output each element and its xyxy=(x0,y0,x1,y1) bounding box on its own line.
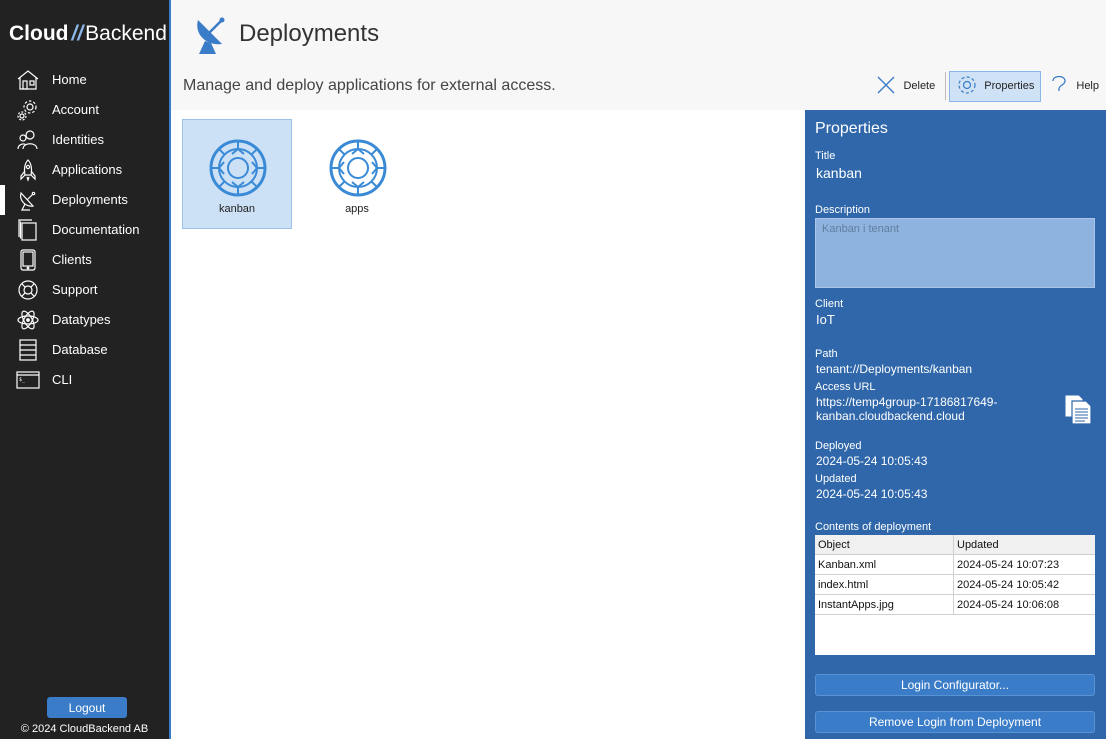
sidebar-item-label: Home xyxy=(52,72,87,87)
sidebar-item-label: Datatypes xyxy=(52,312,111,327)
deployed-label: Deployed xyxy=(815,440,862,452)
toolbar: Delete Properties Help xyxy=(868,70,1106,102)
svg-text:$_: $_ xyxy=(19,377,26,383)
help-button[interactable]: Help xyxy=(1041,71,1106,102)
table-row[interactable]: Kanban.xml 2024-05-24 10:07:23 xyxy=(815,555,1095,575)
properties-heading: Properties xyxy=(815,120,888,137)
path-label: Path xyxy=(815,348,838,360)
copy-icon[interactable] xyxy=(1063,393,1093,425)
atom-icon xyxy=(16,308,40,332)
access-url-line-2: kanban.cloudbackend.cloud xyxy=(816,409,965,423)
client-label: Client xyxy=(815,298,844,310)
sidebar-item-label: Deployments xyxy=(52,192,128,207)
updated-cell: 2024-05-24 10:07:23 xyxy=(957,559,1060,571)
logout-button[interactable]: Logout xyxy=(47,697,127,718)
updated-label: Updated xyxy=(815,473,857,485)
page-subtitle: Manage and deploy applications for exter… xyxy=(183,77,556,94)
sidebar-item-label: Database xyxy=(52,342,108,357)
home-icon xyxy=(16,68,40,92)
documents-icon xyxy=(16,218,40,242)
sidebar-item-applications[interactable]: Applications xyxy=(0,155,169,185)
column-header-object[interactable]: Object xyxy=(815,535,954,554)
sidebar-item-database[interactable]: Database xyxy=(0,335,169,365)
path-value: tenant://Deployments/kanban xyxy=(816,362,973,376)
access-url-label: Access URL xyxy=(815,381,876,393)
deployments-grid: kanban apps xyxy=(171,110,805,739)
properties-button[interactable]: Properties xyxy=(949,70,1042,102)
sidebar-item-documentation[interactable]: Documentation xyxy=(0,215,169,245)
tablet-icon xyxy=(16,248,40,272)
properties-panel: Properties Title kanban Description Kanb… xyxy=(805,110,1106,739)
client-value: IoT xyxy=(816,312,835,327)
updated-value: 2024-05-24 10:05:43 xyxy=(816,487,928,501)
sidebar-item-home[interactable]: Home xyxy=(0,65,169,95)
access-url-line-1: https://temp4group-17186817649- xyxy=(816,395,998,409)
database-icon xyxy=(16,338,40,362)
delete-button[interactable]: Delete xyxy=(868,71,942,102)
sidebar-item-label: Documentation xyxy=(52,222,140,237)
sidebar-item-clients[interactable]: Clients xyxy=(0,245,169,275)
toolbar-separator xyxy=(945,72,947,100)
sidebar-item-support[interactable]: Support xyxy=(0,275,169,305)
description-label: Description xyxy=(815,204,871,216)
sidebar: Cloud//Backend Home Account Identities A… xyxy=(0,0,169,739)
updated-cell: 2024-05-24 10:05:42 xyxy=(957,579,1060,591)
page-header: Deployments Manage and deploy applicatio… xyxy=(171,0,1106,110)
globe-icon xyxy=(208,138,268,198)
sidebar-item-account[interactable]: Account xyxy=(0,95,169,125)
object-cell: Kanban.xml xyxy=(815,555,954,574)
title-value: kanban xyxy=(816,165,862,181)
delete-label: Delete xyxy=(903,80,936,92)
close-icon xyxy=(875,74,903,99)
table-row[interactable]: index.html 2024-05-24 10:05:42 xyxy=(815,575,1095,595)
deployment-tile-kanban[interactable]: kanban xyxy=(182,119,292,229)
sidebar-item-label: Support xyxy=(52,282,98,297)
terminal-icon: $_ xyxy=(16,368,40,392)
satellite-dish-icon xyxy=(192,12,232,56)
gear-icon xyxy=(16,98,40,122)
deployment-name: kanban xyxy=(218,203,256,215)
globe-icon xyxy=(328,138,388,198)
sidebar-item-label: Identities xyxy=(52,132,105,147)
sidebar-item-identities[interactable]: Identities xyxy=(0,125,169,155)
users-icon xyxy=(16,128,40,152)
sidebar-item-deployments[interactable]: Deployments xyxy=(0,185,169,215)
title-label: Title xyxy=(815,150,836,162)
deployment-name: apps xyxy=(345,203,369,215)
lifebuoy-icon xyxy=(16,278,40,302)
help-label: Help xyxy=(1076,80,1099,92)
table-row[interactable]: InstantApps.jpg 2024-05-24 10:06:08 xyxy=(815,595,1095,615)
sidebar-item-label: Account xyxy=(52,102,99,117)
satellite-dish-icon xyxy=(16,188,40,212)
page-title: Deployments xyxy=(239,20,380,47)
updated-cell: 2024-05-24 10:06:08 xyxy=(957,599,1060,611)
deployed-value: 2024-05-24 10:05:43 xyxy=(816,454,928,468)
remove-login-button[interactable]: Remove Login from Deployment xyxy=(815,711,1095,733)
description-field[interactable]: Kanban i tenant xyxy=(815,218,1095,288)
sidebar-item-cli[interactable]: $_ CLI xyxy=(0,365,169,395)
sidebar-item-datatypes[interactable]: Datatypes xyxy=(0,305,169,335)
contents-table: Object Updated Kanban.xml 2024-05-24 10:… xyxy=(815,535,1095,655)
rocket-icon xyxy=(16,158,40,182)
deployment-tile-apps[interactable]: apps xyxy=(302,119,412,229)
contents-label: Contents of deployment xyxy=(815,521,932,533)
copyright-text: © 2024 CloudBackend AB xyxy=(20,723,149,735)
properties-label: Properties xyxy=(984,80,1035,92)
gear-icon xyxy=(956,74,984,99)
sidebar-item-label: Clients xyxy=(52,252,92,267)
sidebar-nav: Home Account Identities Applications Dep… xyxy=(0,65,169,395)
table-header-row: Object Updated xyxy=(815,535,1095,555)
column-header-updated[interactable]: Updated xyxy=(954,535,1095,554)
sidebar-item-label: Applications xyxy=(52,162,123,177)
object-cell: InstantApps.jpg xyxy=(815,595,954,614)
app-logo: Cloud//Backend xyxy=(9,22,167,45)
object-cell: index.html xyxy=(815,575,954,594)
login-configurator-button[interactable]: Login Configurator... xyxy=(815,674,1095,696)
sidebar-item-label: CLI xyxy=(52,372,73,387)
question-mark-icon xyxy=(1048,74,1076,99)
